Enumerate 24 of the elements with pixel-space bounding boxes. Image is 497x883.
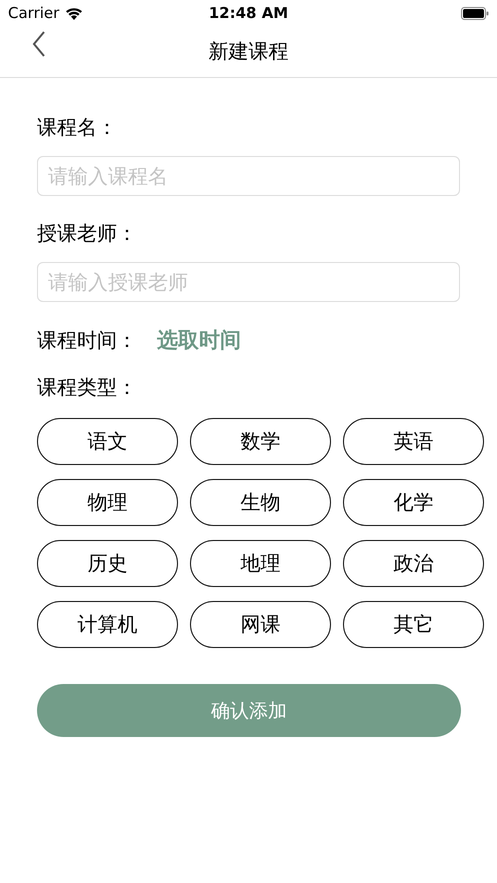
page-title: 新建课程 (208, 38, 288, 65)
course-name-label: 课程名： (37, 114, 117, 140)
course-name-field[interactable]: 请输入课程名 (37, 156, 460, 196)
course-type-option[interactable]: 网课 (190, 601, 331, 648)
back-icon[interactable] (32, 31, 46, 57)
course-type-option[interactable]: 政治 (343, 540, 484, 587)
wifi-icon (65, 6, 84, 20)
course-type-option[interactable]: 物理 (37, 479, 178, 526)
course-type-label: 课程类型： (37, 374, 137, 400)
carrier-label: Carrier (8, 4, 60, 22)
course-type-option[interactable]: 历史 (37, 540, 178, 587)
course-type-option[interactable]: 语文 (37, 418, 178, 465)
course-type-option[interactable]: 计算机 (37, 601, 178, 648)
status-time: 12:48 AM (208, 4, 290, 22)
course-type-option[interactable]: 地理 (190, 540, 331, 587)
course-type-option[interactable]: 数学 (190, 418, 331, 465)
course-type-option[interactable]: 其它 (343, 601, 484, 648)
battery-icon (461, 6, 489, 20)
course-type-option[interactable]: 英语 (343, 418, 484, 465)
course-type-option[interactable]: 生物 (190, 479, 331, 526)
course-type-option[interactable]: 化学 (343, 479, 484, 526)
course-time-label: 课程时间： (37, 327, 137, 353)
teacher-label: 授课老师： (37, 220, 137, 246)
teacher-field[interactable]: 请输入授课老师 (37, 262, 460, 302)
